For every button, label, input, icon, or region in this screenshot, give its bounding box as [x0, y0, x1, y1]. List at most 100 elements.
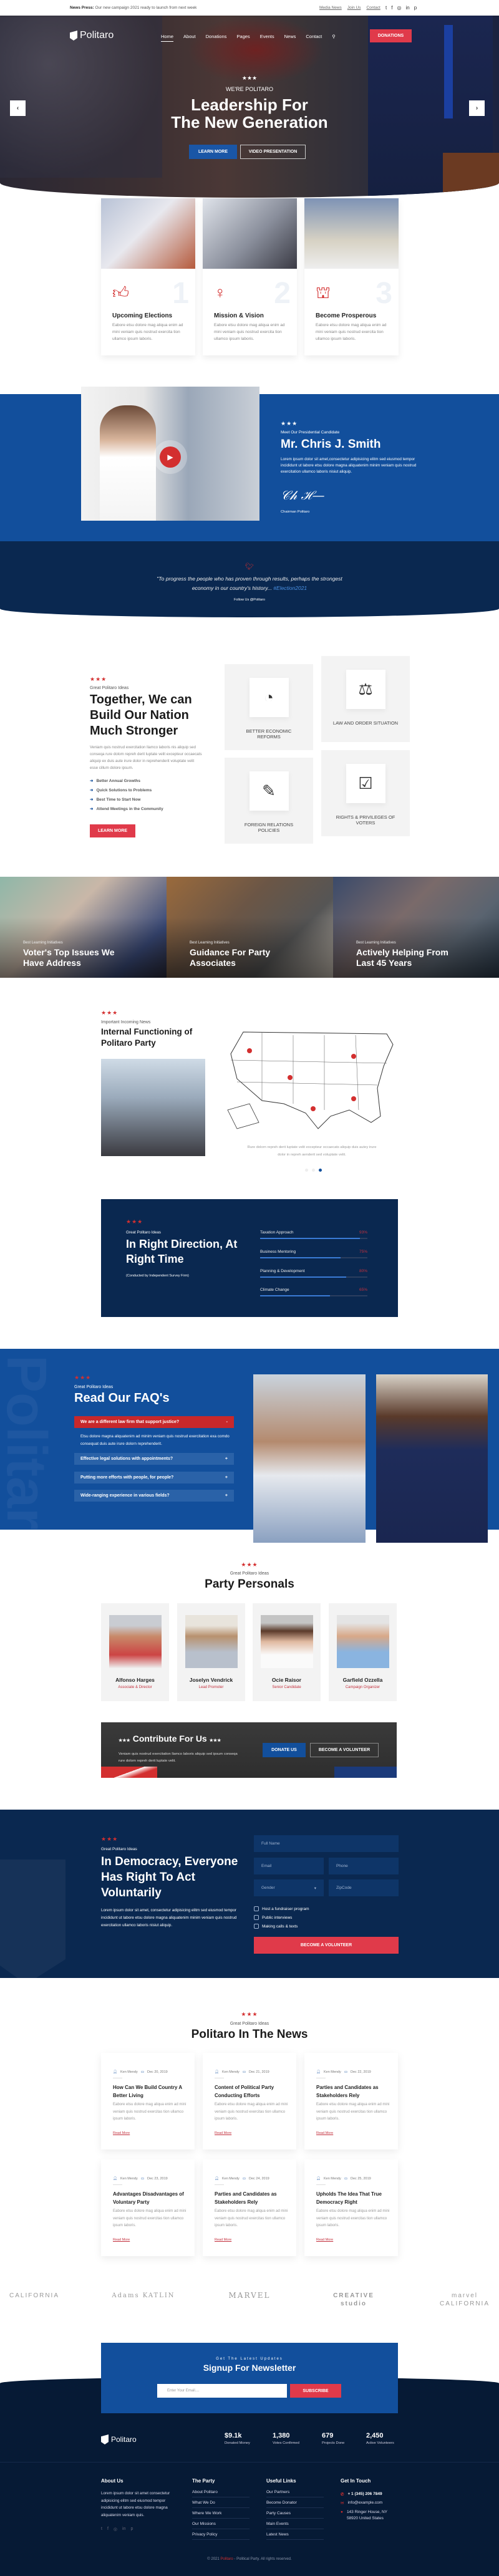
- footer-link[interactable]: What We Do: [192, 2501, 250, 2508]
- news-card[interactable]: 👤︎ Ken Mendy ▭ Dec 22, 2019 Parties and Cand…: [304, 2053, 398, 2149]
- slider-prev-button[interactable]: ‹: [10, 100, 26, 116]
- post-title[interactable]: Parties and Candidates as Stakeholders R…: [215, 2191, 293, 2206]
- news-card[interactable]: 👤︎ Ken Mendy ▭ Dec 25, 2019 Upholds The Idea…: [304, 2159, 398, 2256]
- feature-card[interactable]: 2 ♀ Mission & Vision Eabore etsu dolore …: [203, 198, 297, 355]
- footer-link[interactable]: Where We Work: [192, 2511, 250, 2519]
- join-us-link[interactable]: Join Us: [347, 6, 361, 10]
- footer-link[interactable]: Our Missions: [192, 2522, 250, 2529]
- instagram-icon[interactable]: ◎: [114, 2527, 117, 2532]
- initiative-panel[interactable]: Best Learning Initiatives Guidance For Pa…: [167, 877, 333, 978]
- news-card[interactable]: 👤︎ Ken Mendy ▭ Dec 23, 2019 Advantages Disad…: [101, 2159, 195, 2256]
- news-card[interactable]: 👤︎ Ken Mendy ▭ Dec 21, 2019 Content of Polit…: [203, 2053, 296, 2149]
- nav-donations[interactable]: Donations: [206, 34, 227, 42]
- newsletter-email-input[interactable]: Enter Your Email....: [157, 2384, 287, 2398]
- feature-card[interactable]: 1 👍︎ Upcoming Elections Eabore etsu dolo…: [101, 198, 195, 355]
- dot[interactable]: [312, 1169, 315, 1172]
- footer-link[interactable]: Our Partners: [266, 2490, 324, 2497]
- initiative-panel[interactable]: Best Learning Initiatives Actively Helpin…: [333, 877, 499, 978]
- dot[interactable]: [305, 1169, 308, 1172]
- video-presentation-button[interactable]: VIDEO PRESENTATION: [240, 145, 306, 159]
- faq-item[interactable]: Effective legal solutions with appointme…: [74, 1453, 234, 1465]
- instagram-icon[interactable]: ◎: [397, 5, 401, 11]
- feature-card[interactable]: 3 ⛫ Become Prosperous Eabore etsu dolore…: [304, 198, 399, 355]
- person-card[interactable]: Joselyn Vendrick Lead Promoter: [177, 1603, 245, 1701]
- read-more-link[interactable]: Read More: [215, 2131, 231, 2135]
- nav-pages[interactable]: Pages: [236, 34, 250, 42]
- media-news-link[interactable]: Media News: [319, 6, 342, 10]
- copyright-brand[interactable]: Politaro: [220, 2557, 233, 2561]
- site-logo[interactable]: Politaro: [70, 30, 114, 41]
- read-more-link[interactable]: Read More: [316, 2131, 333, 2135]
- footer-link[interactable]: Become Donator: [266, 2501, 324, 2508]
- pinterest-icon[interactable]: p: [130, 2527, 133, 2532]
- donate-us-button[interactable]: DONATE US: [263, 1743, 306, 1757]
- checkbox-fundraiser[interactable]: Host a fundraiser program: [254, 1906, 309, 1911]
- read-more-link[interactable]: Read More: [316, 2238, 333, 2242]
- linkedin-icon[interactable]: in: [405, 5, 409, 11]
- learn-more-button[interactable]: LEARN MORE: [189, 145, 237, 159]
- facebook-icon[interactable]: f: [107, 2527, 109, 2532]
- footer-link[interactable]: Party Causes: [266, 2511, 324, 2519]
- dot-active[interactable]: [319, 1169, 322, 1172]
- footer-link[interactable]: Main Events: [266, 2522, 324, 2529]
- phone-input[interactable]: Phone: [329, 1858, 399, 1874]
- nav-news[interactable]: News: [284, 34, 296, 42]
- play-icon[interactable]: ▶: [160, 446, 181, 468]
- faq-item[interactable]: Wide-ranging experience in various field…: [74, 1490, 234, 1502]
- pinterest-icon[interactable]: p: [414, 5, 417, 11]
- idea-box[interactable]: ⚖ LAW AND ORDER SITUATION: [321, 656, 410, 742]
- footer-logo[interactable]: Politaro: [101, 2434, 137, 2444]
- zipcode-input[interactable]: ZipCode: [329, 1879, 399, 1896]
- slider-next-button[interactable]: ›: [469, 100, 485, 116]
- full-name-input[interactable]: Full Name: [254, 1835, 399, 1852]
- search-icon[interactable]: ⚲: [332, 34, 336, 42]
- person-card[interactable]: Alfonso Harges Associate & Director: [101, 1603, 169, 1701]
- post-title[interactable]: Advantages Disadvantages of Voluntary Pa…: [113, 2191, 191, 2206]
- nav-contact[interactable]: Contact: [306, 34, 322, 42]
- checkbox-calls[interactable]: Making calls & texts: [254, 1924, 298, 1929]
- contact-link[interactable]: Contact: [366, 6, 380, 10]
- contact-email[interactable]: ✉ info@example.com: [341, 2501, 382, 2506]
- idea-box[interactable]: ☑ RIGHTS & PRIVILEGES OF VOTERS: [321, 750, 410, 836]
- nav-events[interactable]: Events: [260, 34, 274, 42]
- footer-link[interactable]: About Politaro: [192, 2490, 250, 2497]
- tweet-hashtag[interactable]: #Election2021: [273, 585, 307, 591]
- follow-us-link[interactable]: Follow Us @Politaro: [0, 598, 499, 602]
- subscribe-button[interactable]: SUBSCRIBE: [290, 2384, 341, 2398]
- facebook-icon[interactable]: f: [391, 5, 392, 11]
- idea-box[interactable]: ✎ FOREIGN RELATIONS POLICIES: [225, 758, 313, 844]
- post-title[interactable]: How Can We Build Country A Better Living: [113, 2084, 191, 2100]
- faq-item-open[interactable]: We are a different law firm that support…: [74, 1416, 234, 1428]
- twitter-icon[interactable]: t: [385, 5, 387, 11]
- post-title[interactable]: Content of Political Party Conducting Ef…: [215, 2084, 293, 2100]
- footer-link[interactable]: Privacy Policy: [192, 2532, 250, 2540]
- news-card[interactable]: 👤︎ Ken Mendy ▭ Dec 20, 2019 How Can We Build…: [101, 2053, 195, 2149]
- post-title[interactable]: Upholds The Idea That True Democracy Rig…: [316, 2191, 394, 2206]
- read-more-link[interactable]: Read More: [215, 2238, 231, 2242]
- ideas-learn-more-button[interactable]: LEARN MORE: [90, 824, 135, 837]
- post-title[interactable]: Parties and Candidates as Stakeholders R…: [316, 2084, 394, 2100]
- gender-select[interactable]: Gender ▾: [254, 1879, 324, 1896]
- volunteer-submit-button[interactable]: BECOME A VOLUNTEER: [254, 1937, 399, 1954]
- donations-button[interactable]: DONATIONS: [370, 29, 412, 42]
- read-more-link[interactable]: Read More: [113, 2131, 130, 2135]
- become-volunteer-button[interactable]: BECOME A VOLUNTEER: [310, 1743, 379, 1757]
- faq-item[interactable]: Putting more efforts with people, for pe…: [74, 1472, 234, 1483]
- person-card[interactable]: Ocie Raisor Senior Candidate: [253, 1603, 321, 1701]
- shield-watermark-icon: [0, 1860, 65, 1984]
- idea-box[interactable]: ◔ BETTER ECONOMIC REFORMS: [225, 664, 313, 750]
- nav-home[interactable]: Home: [161, 34, 174, 42]
- person-card[interactable]: Garfield Ozzella Campaign Organizer: [329, 1603, 397, 1701]
- twitter-icon[interactable]: t: [101, 2527, 102, 2532]
- checkbox-interviews[interactable]: Public interviews: [254, 1915, 292, 1920]
- candidate-video[interactable]: ▶: [81, 387, 259, 521]
- news-card[interactable]: 👤︎ Ken Mendy ▭ Dec 24, 2019 Parties and Cand…: [203, 2159, 296, 2256]
- newsletter-box: [101, 2343, 398, 2413]
- contact-phone[interactable]: ✆ + 1 (345) 206 7849: [341, 2492, 382, 2497]
- initiative-panel[interactable]: Best Learning Initiatives Voter's Top Iss…: [0, 877, 167, 978]
- footer-link[interactable]: Latest News: [266, 2532, 324, 2540]
- linkedin-icon[interactable]: in: [122, 2527, 125, 2532]
- read-more-link[interactable]: Read More: [113, 2238, 130, 2242]
- nav-about[interactable]: About: [183, 34, 196, 42]
- email-input[interactable]: Email: [254, 1858, 324, 1874]
